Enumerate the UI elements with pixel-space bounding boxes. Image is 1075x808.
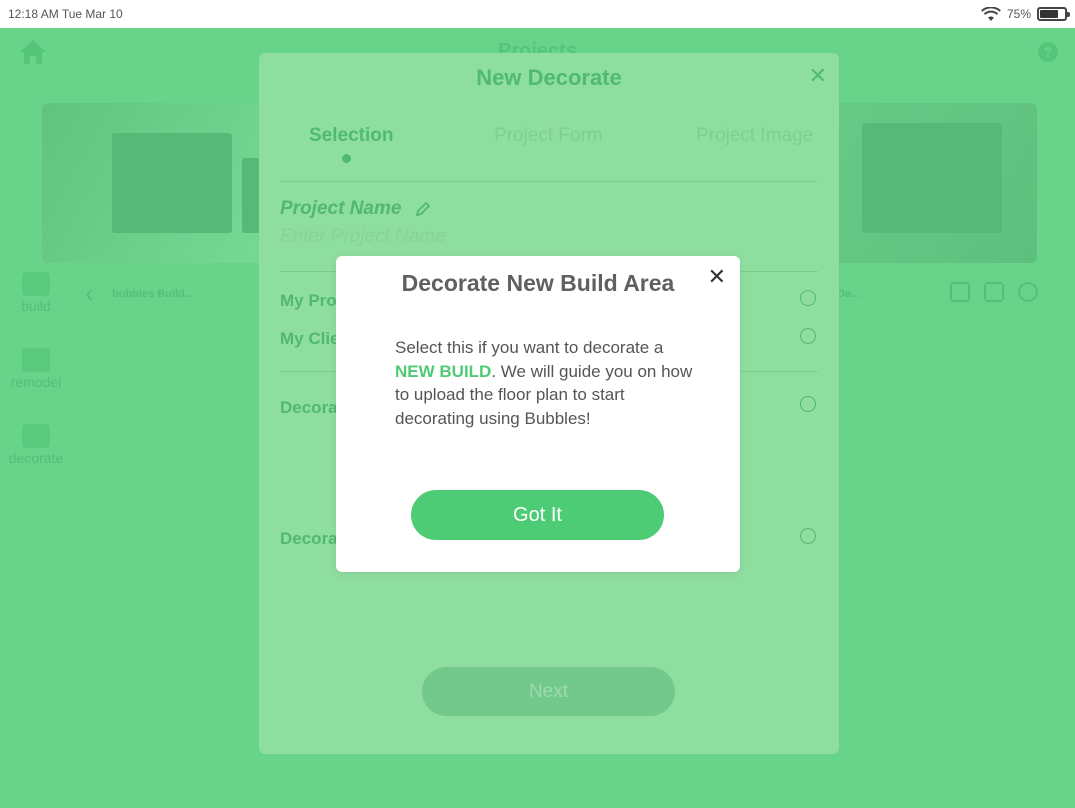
modal-title: Decorate New Build Area — [401, 270, 675, 296]
battery-percent: 75% — [1006, 7, 1031, 21]
option-decorate-existing[interactable]: Decorat — [280, 529, 343, 549]
radio-decorate-existing[interactable] — [800, 528, 816, 544]
battery-fill — [1040, 10, 1058, 18]
option-decorate-new-build[interactable]: Decorat — [280, 398, 343, 418]
wifi-icon — [981, 6, 1001, 21]
project-name-label-text: Project Name — [280, 198, 402, 219]
tab-selection[interactable]: Selection — [309, 125, 393, 147]
banner-building — [112, 133, 232, 233]
project-name-input[interactable] — [280, 226, 800, 248]
card-actions — [950, 282, 1038, 302]
modal-message: Select this if you want to decorate a NE… — [395, 336, 695, 430]
build-icon — [22, 272, 50, 296]
radio-my-clients[interactable] — [800, 328, 816, 344]
got-it-button[interactable]: Got It — [411, 490, 664, 540]
pencil-icon[interactable] — [415, 201, 431, 217]
divider — [280, 181, 818, 182]
step-indicator-dot — [342, 154, 351, 163]
next-button[interactable]: Next — [422, 667, 675, 716]
remodel-icon — [22, 348, 50, 372]
sidebar-item-remodel[interactable]: remodel — [0, 348, 72, 390]
project-name-label: Project Name — [280, 198, 431, 220]
project-card-name[interactable]: bubbles Build... — [112, 288, 194, 300]
radio-my-projects[interactable] — [800, 290, 816, 306]
help-icon[interactable]: ? — [1038, 42, 1058, 62]
chevron-left-icon[interactable]: ‹ — [85, 278, 94, 309]
dialog-title: New Decorate — [476, 65, 622, 90]
sidebar-item-label: remodel — [10, 374, 62, 390]
sofa-icon — [22, 424, 50, 448]
tab-project-form[interactable]: Project Form — [494, 125, 603, 147]
decorate-new-build-modal: Decorate New Build Area ✕ Select this if… — [336, 256, 740, 572]
comment-icon[interactable] — [950, 282, 970, 302]
close-icon[interactable]: ✕ — [809, 63, 827, 89]
message-highlight: NEW BUILD — [395, 361, 492, 381]
option-my-clients[interactable]: My Clie — [280, 329, 340, 349]
battery-icon — [1037, 7, 1070, 21]
tab-project-image[interactable]: Project Image — [696, 125, 813, 147]
message-text: Select this if you want to decorate a — [395, 338, 664, 357]
status-bar: 12:18 AM Tue Mar 10 75% — [0, 0, 1075, 28]
banner-interior — [862, 123, 1002, 233]
sidebar-item-build[interactable]: build — [0, 272, 72, 314]
status-indicators: 75% — [981, 6, 1070, 22]
option-my-projects[interactable]: My Proj — [280, 291, 341, 311]
gear-icon[interactable] — [1018, 282, 1038, 302]
tag-icon[interactable] — [984, 282, 1004, 302]
sidebar-item-label: build — [21, 298, 51, 314]
radio-decorate-new-build[interactable] — [800, 396, 816, 412]
status-time: 12:18 AM Tue Mar 10 — [8, 7, 123, 21]
sidebar: build remodel decorate — [0, 268, 72, 486]
project-card-name[interactable]: De... — [837, 288, 860, 300]
close-icon[interactable]: ✕ — [708, 266, 726, 288]
sidebar-item-label: decorate — [8, 450, 64, 466]
sidebar-item-decorate[interactable]: decorate — [0, 424, 72, 466]
